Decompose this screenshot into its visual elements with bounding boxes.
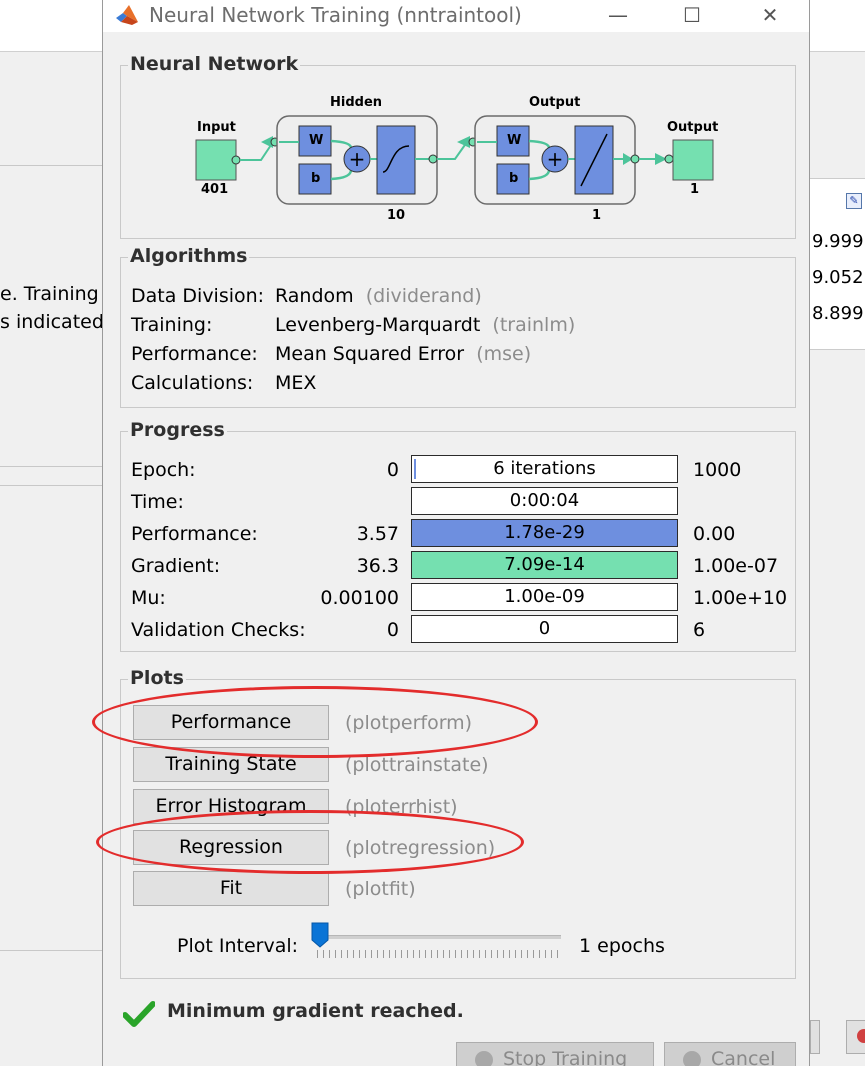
plot-interval-slider-thumb[interactable] (311, 922, 329, 948)
background-window-left: e. Training s indicated (0, 0, 104, 1066)
output-bias-label: b (509, 171, 519, 186)
gradient-progress-bar: 7.09e-14 (411, 551, 678, 579)
background-text-1: e. Training (0, 283, 99, 305)
svg-text:+: + (349, 147, 366, 171)
svg-text:+: + (547, 147, 564, 171)
training-value: Levenberg-Marquardt (trainlm) (275, 314, 576, 336)
edit-icon[interactable]: ✎ (846, 193, 862, 209)
background-window-right: ✎ 9.999 9.052 8.899 (810, 0, 865, 1066)
validation-checks-target: 6 (693, 619, 706, 641)
background-panel: ✎ 9.999 9.052 8.899 (810, 178, 865, 350)
epoch-fill (414, 459, 416, 479)
plot-interval-ticks (317, 950, 561, 958)
performance-progress-label: Performance: (131, 523, 258, 545)
matlab-logo-icon (116, 5, 138, 25)
background-value: 8.899 (812, 303, 864, 324)
performance-target: 0.00 (693, 523, 736, 545)
performance-start: 3.57 (356, 523, 399, 545)
background-value: 9.052 (812, 267, 864, 288)
plot-interval-slider-track[interactable] (317, 935, 561, 939)
group-title: Algorithms (128, 245, 250, 267)
mu-start: 0.00100 (320, 587, 399, 609)
neural-network-group: Neural Network + + Input 401 Hidden 10 O… (120, 53, 796, 239)
plot-training-state-fn: (plottrainstate) (345, 754, 489, 776)
input-size: 401 (201, 182, 229, 197)
annotation-ellipse-regression (96, 810, 524, 874)
plot-interval-value: 1 epochs (579, 935, 665, 957)
progress-group: Progress Epoch: 0 6 iterations 1000 Time… (120, 419, 796, 652)
performance-progress-bar: 1.78e-29 (411, 519, 678, 547)
nntraintool-dialog: Neural Network Training (nntraintool) — … (92, 0, 810, 1066)
tansig-transfer-icon (376, 125, 416, 195)
stop-icon (475, 1051, 493, 1066)
output-weight-label: W (507, 133, 522, 148)
time-label: Time: (131, 491, 184, 513)
epoch-target: 1000 (693, 459, 742, 481)
hidden-bias-label: b (311, 171, 321, 186)
hidden-label: Hidden (330, 95, 383, 110)
stop-icon (857, 1029, 865, 1043)
plot-fit-fn: (plotfit) (345, 878, 416, 900)
output-layer-size: 1 (592, 208, 602, 223)
background-divider (0, 165, 102, 166)
input-label: Input (197, 120, 236, 135)
minimize-button[interactable]: — (595, 2, 641, 28)
input-block (195, 139, 237, 181)
plot-fit-button[interactable]: Fit (133, 871, 329, 906)
stop-training-label: Stop Training (503, 1048, 628, 1066)
checkmark-icon (123, 1001, 155, 1027)
validation-checks-start: 0 (386, 619, 399, 641)
window-title: Neural Network Training (nntraintool) (149, 3, 522, 27)
hidden-weight-label: W (309, 133, 324, 148)
algorithms-group: Algorithms Data Division: Random (divide… (120, 245, 796, 408)
output-layer-label: Output (529, 95, 581, 110)
data-division-label: Data Division: (131, 285, 265, 307)
calculations-label: Calculations: (131, 372, 254, 394)
background-divider (0, 485, 102, 486)
background-toolbar (810, 0, 865, 52)
output-block (672, 139, 714, 181)
output-size: 1 (690, 182, 700, 197)
mu-target: 1.00e+10 (693, 587, 788, 609)
gradient-label: Gradient: (131, 555, 221, 577)
close-button[interactable]: ✕ (747, 2, 793, 28)
mu-progress-bar: 1.00e-09 (411, 583, 678, 611)
stop-training-button[interactable]: Stop Training (456, 1042, 654, 1066)
epoch-progress-bar: 6 iterations (411, 455, 678, 483)
epoch-start: 0 (386, 459, 399, 481)
network-diagram: + + (195, 115, 714, 205)
cancel-label: Cancel (711, 1048, 776, 1066)
background-text-2: s indicated (0, 311, 104, 333)
group-title: Plots (128, 667, 186, 689)
maximize-button[interactable]: ☐ (669, 2, 715, 28)
performance-value: Mean Squared Error (mse) (275, 343, 532, 365)
cancel-button[interactable]: Cancel (664, 1042, 796, 1066)
annotation-ellipse-performance (92, 686, 538, 758)
group-title: Progress (128, 419, 227, 441)
mu-label: Mu: (131, 587, 166, 609)
background-divider (0, 950, 102, 951)
background-button[interactable] (846, 1020, 865, 1054)
background-button[interactable] (810, 1020, 820, 1054)
plot-interval-label: Plot Interval: (177, 935, 299, 957)
background-divider (0, 466, 102, 467)
training-label: Training: (131, 314, 213, 336)
background-value: 9.999 (812, 231, 864, 252)
time-progress-bar: 0:00:04 (411, 487, 678, 515)
cancel-icon (683, 1051, 701, 1066)
calculations-value: MEX (275, 372, 317, 394)
data-division-value: Random (dividerand) (275, 285, 482, 307)
title-bar[interactable]: Neural Network Training (nntraintool) — … (103, 0, 809, 32)
performance-label: Performance: (131, 343, 258, 365)
output-label: Output (667, 120, 719, 135)
gradient-target: 1.00e-07 (693, 555, 779, 577)
gradient-start: 36.3 (356, 555, 399, 577)
status-message: Minimum gradient reached. (167, 1000, 464, 1022)
epoch-label: Epoch: (131, 459, 196, 481)
hidden-size: 10 (387, 208, 406, 223)
background-toolbar (0, 0, 102, 52)
validation-checks-progress-bar: 0 (411, 615, 678, 643)
